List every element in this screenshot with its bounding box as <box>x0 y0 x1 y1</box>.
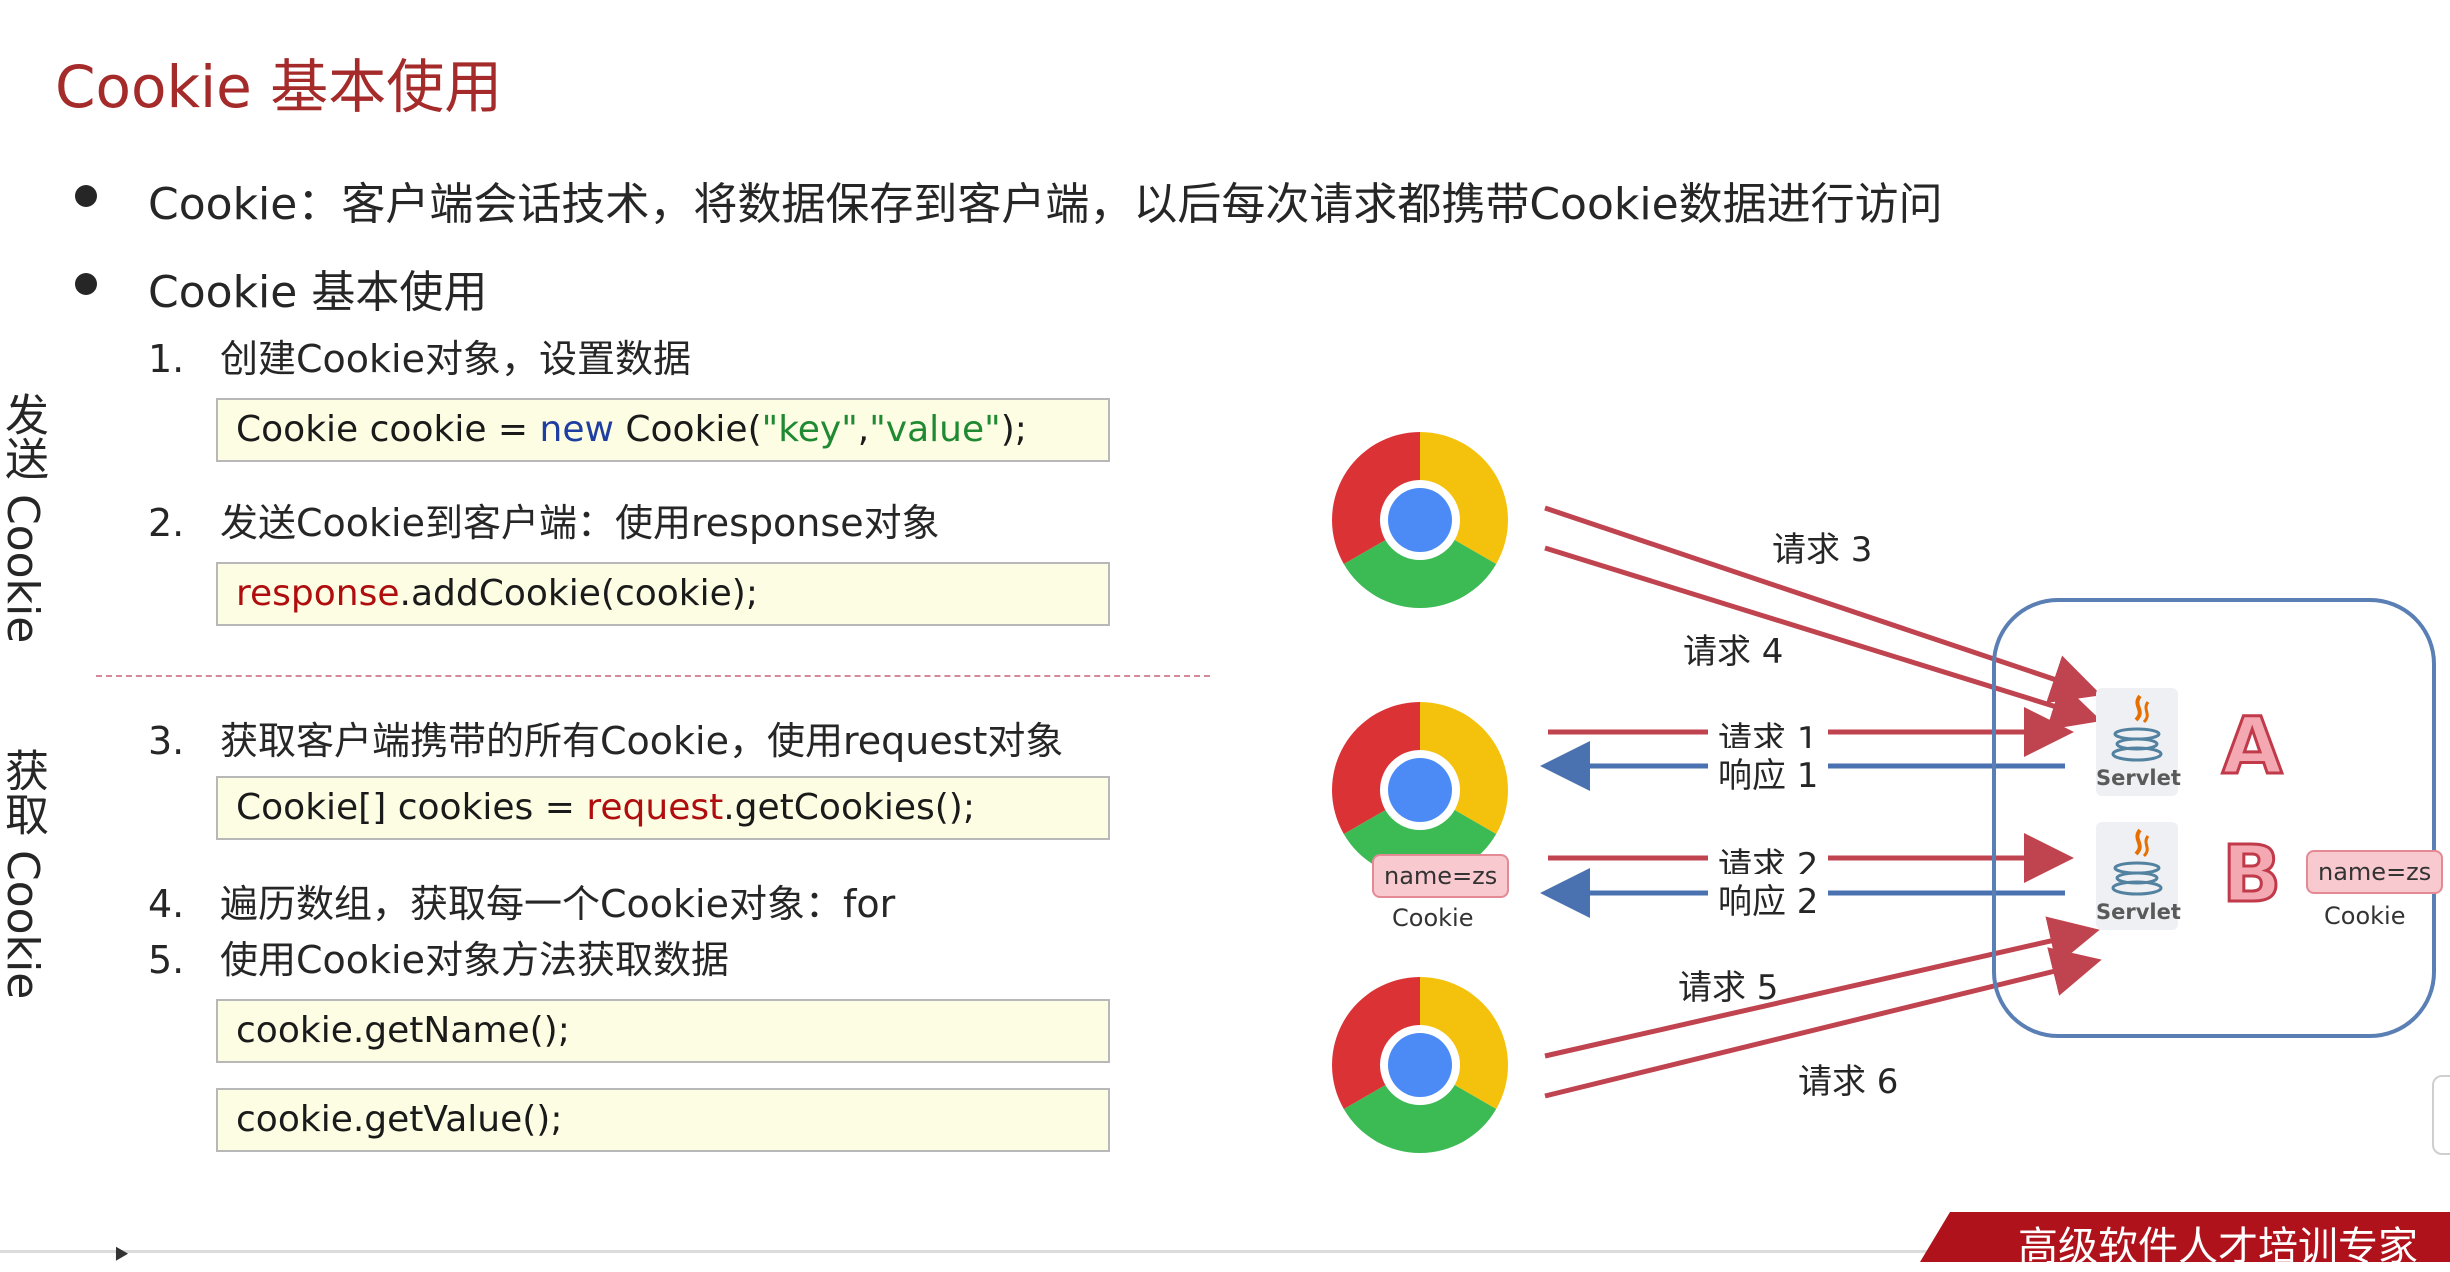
label-request-6: 请求 6 <box>1798 1062 1899 1102</box>
server-cookie-caption: Cookie <box>2324 902 2406 930</box>
footer-slogan: 高级软件人才培训专家 <box>2018 1224 2418 1270</box>
label-response-1: 响应 1 <box>1708 748 1829 797</box>
chrome-browser-icon <box>1332 977 1508 1153</box>
servlet-label: Servlet <box>2096 766 2181 790</box>
label-request-3: 请求 3 <box>1772 530 1873 570</box>
java-cup-icon <box>2111 828 2163 896</box>
server-letter-a: A <box>2220 701 2283 794</box>
label-request-5: 请求 5 <box>1678 968 1779 1008</box>
server-letter-b: B <box>2220 829 2282 922</box>
client-cookie-caption: Cookie <box>1392 904 1474 932</box>
label-request-4: 请求 4 <box>1683 632 1784 672</box>
client-cookie-badge: name=zs <box>1372 854 1510 898</box>
chrome-browser-icon <box>1332 702 1508 878</box>
chrome-browser-icon <box>1332 432 1508 608</box>
server-cookie-badge: name=zs <box>2306 850 2444 894</box>
scroll-handle[interactable] <box>2432 1075 2450 1155</box>
servlet-label: Servlet <box>2096 900 2181 924</box>
bottom-line <box>0 1250 1930 1253</box>
servlet-a: Servlet <box>2096 688 2181 796</box>
label-response-2: 响应 2 <box>1708 874 1829 923</box>
java-cup-icon <box>2111 694 2163 762</box>
server-box <box>1992 598 2436 1038</box>
servlet-b: Servlet <box>2096 822 2181 930</box>
